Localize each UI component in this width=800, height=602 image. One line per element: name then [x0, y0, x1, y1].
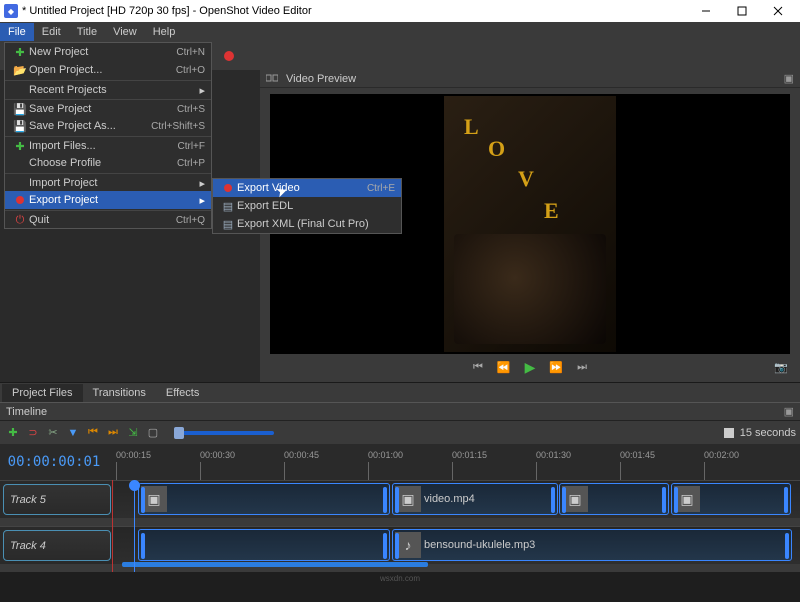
tab-project-files[interactable]: Project Files — [2, 384, 83, 402]
menu-edit[interactable]: Edit — [34, 23, 69, 41]
menu-export-project[interactable]: Export Project▸ — [5, 191, 211, 209]
menubar: File Edit Title View Help — [0, 22, 800, 42]
menu-choose-profile[interactable]: Choose ProfileCtrl+P — [5, 154, 211, 172]
list-icon: ▤ — [219, 218, 237, 231]
plus-icon: ✚ — [11, 140, 29, 153]
cut-icon[interactable]: ✂ — [44, 424, 62, 442]
clip[interactable] — [138, 529, 390, 561]
floppy-icon: 💾 — [11, 120, 29, 133]
ruler-tick: 00:01:15 — [452, 450, 487, 460]
forward-icon[interactable]: ⏩ — [549, 361, 563, 374]
timecode: 00:00:00:01 — [0, 444, 108, 480]
submenu-export-xml[interactable]: ▤Export XML (Final Cut Pro) — [213, 215, 401, 233]
add-track-icon[interactable]: ✚ — [4, 424, 22, 442]
record-icon — [11, 195, 29, 205]
ruler-tick: 00:01:00 — [368, 450, 403, 460]
clip[interactable]: ▣video.mp4 — [392, 483, 558, 515]
player-controls: ⏮ ⏪ ▶ ⏩ ⏭ 📷 — [260, 356, 800, 378]
jump-start-icon[interactable]: ⏮ — [473, 361, 483, 374]
power-icon: ⏻ — [11, 214, 29, 227]
submenu-export-edl[interactable]: ▤Export EDL — [213, 197, 401, 215]
panel-menu-icon[interactable]: ▣ — [784, 72, 794, 85]
track-lane[interactable]: ▣▣video.mp4▣▣ — [114, 481, 800, 518]
window-title: * Untitled Project [HD 720p 30 fps] - Op… — [22, 5, 688, 17]
export-submenu: Export VideoCtrl+E ▤Export EDL ▤Export X… — [212, 178, 402, 234]
menu-import-project[interactable]: Import Project▸ — [5, 173, 211, 191]
menu-view[interactable]: View — [105, 23, 145, 41]
next-marker-icon[interactable]: ⏭ — [104, 424, 122, 442]
ruler-tick: 00:02:00 — [704, 450, 739, 460]
jump-end-icon[interactable]: ⏭ — [577, 361, 587, 374]
camera-icon[interactable]: 📷 — [774, 361, 788, 374]
zoom-slider[interactable] — [174, 431, 274, 435]
timeline-header: Timeline ▣ — [0, 402, 800, 420]
file-menu: ✚New ProjectCtrl+N 📂Open Project...Ctrl+… — [4, 42, 212, 229]
timeline-ruler[interactable]: 00:00:00:01 00:00:15 00:00:30 00:00:45 00:0… — [0, 444, 800, 480]
zoom-label: 15 seconds — [740, 427, 796, 439]
center-icon[interactable]: ⇲ — [124, 424, 142, 442]
menu-recent-projects[interactable]: Recent Projects▸ — [5, 80, 211, 98]
play-icon[interactable]: ▶ — [525, 359, 536, 376]
marker-icon[interactable]: ▼ — [64, 424, 82, 442]
close-button[interactable] — [760, 0, 796, 22]
tab-transitions[interactable]: Transitions — [83, 384, 156, 402]
menu-save-project-as[interactable]: 💾Save Project As...Ctrl+Shift+S — [5, 117, 211, 135]
plus-icon: ✚ — [11, 46, 29, 59]
ruler-tick: 00:00:15 — [116, 450, 151, 460]
record-icon — [219, 183, 237, 193]
menu-help[interactable]: Help — [145, 23, 184, 41]
track-label[interactable]: Track 5 — [3, 484, 111, 515]
track-lane[interactable]: ♪bensound-ukulele.mp3 — [114, 527, 800, 564]
list-icon: ▤ — [219, 200, 237, 213]
clip[interactable]: ▣ — [671, 483, 791, 515]
folder-icon: 📂 — [11, 64, 29, 77]
clip[interactable]: ♪bensound-ukulele.mp3 — [392, 529, 792, 561]
panel-detach-icon[interactable] — [266, 73, 280, 85]
clip[interactable]: ▣ — [559, 483, 669, 515]
minimize-button[interactable] — [688, 0, 724, 22]
timeline-toolbar: ✚ ⊃ ✂ ▼ ⏮ ⏭ ⇲ ▢ 15 seconds — [0, 420, 800, 444]
app-icon: ◆ — [4, 4, 18, 18]
menu-save-project[interactable]: 💾Save ProjectCtrl+S — [5, 99, 211, 117]
tab-effects[interactable]: Effects — [156, 384, 209, 402]
snap-icon[interactable]: ⊃ — [24, 424, 42, 442]
record-icon[interactable] — [218, 45, 240, 67]
panel-tabs: Project Files Transitions Effects — [0, 382, 800, 402]
ruler-tick: 00:00:45 — [284, 450, 319, 460]
menu-new-project[interactable]: ✚New ProjectCtrl+N — [5, 43, 211, 61]
submenu-export-video[interactable]: Export VideoCtrl+E — [213, 179, 401, 197]
panel-menu-icon[interactable]: ▣ — [784, 405, 794, 418]
ruler-tick: 00:01:45 — [620, 450, 655, 460]
zoom-indicator-icon — [724, 428, 734, 438]
start-marker — [112, 480, 113, 572]
menu-open-project[interactable]: 📂Open Project...Ctrl+O — [5, 61, 211, 79]
track: Track 4 ♪bensound-ukulele.mp3 — [0, 526, 800, 564]
audio-progress — [122, 562, 428, 567]
clip-label: video.mp4 — [424, 493, 475, 505]
ruler-tick: 00:00:30 — [200, 450, 235, 460]
menu-import-files[interactable]: ✚Import Files...Ctrl+F — [5, 136, 211, 154]
track-label[interactable]: Track 4 — [3, 530, 111, 561]
watermark: wsxdn.com — [0, 572, 800, 583]
timeline-title: Timeline — [6, 406, 784, 418]
prev-marker-icon[interactable]: ⏮ — [84, 424, 102, 442]
titlebar: ◆ * Untitled Project [HD 720p 30 fps] - … — [0, 0, 800, 22]
clip-label: bensound-ukulele.mp3 — [424, 539, 535, 551]
menu-title[interactable]: Title — [69, 23, 105, 41]
filter-icon[interactable]: ▢ — [144, 424, 162, 442]
floppy-icon: 💾 — [11, 103, 29, 116]
playhead[interactable] — [134, 480, 135, 572]
track: Track 5▣▣video.mp4▣▣ — [0, 480, 800, 518]
maximize-button[interactable] — [724, 0, 760, 22]
preview-title: Video Preview — [286, 73, 356, 85]
menu-file[interactable]: File — [0, 23, 34, 41]
clip[interactable]: ▣ — [138, 483, 390, 515]
rewind-icon[interactable]: ⏪ — [497, 361, 511, 374]
ruler-tick: 00:01:30 — [536, 450, 571, 460]
menu-quit[interactable]: ⏻QuitCtrl+Q — [5, 210, 211, 228]
